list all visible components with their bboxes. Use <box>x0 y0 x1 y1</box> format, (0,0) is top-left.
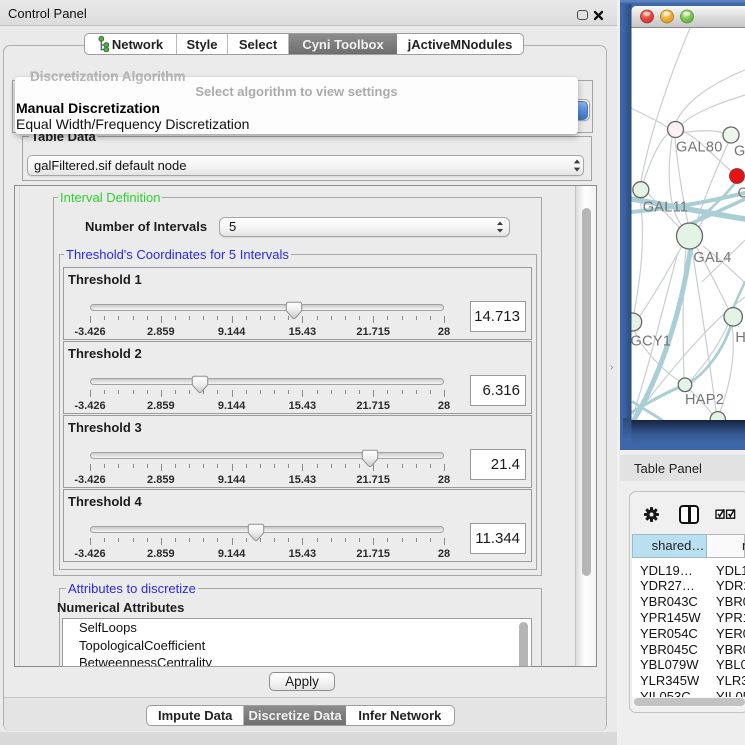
svg-text:GAL11: GAL11 <box>643 200 689 216</box>
svg-text:GAL80: GAL80 <box>676 139 723 155</box>
svg-text:GA: GA <box>734 144 745 160</box>
svg-text:HAP2: HAP2 <box>685 392 724 408</box>
svg-text:H: H <box>735 330 745 346</box>
svg-text:GCY1: GCY1 <box>631 334 672 350</box>
svg-text:GAL4: GAL4 <box>693 250 731 266</box>
svg-text:CA: CA <box>738 186 745 202</box>
